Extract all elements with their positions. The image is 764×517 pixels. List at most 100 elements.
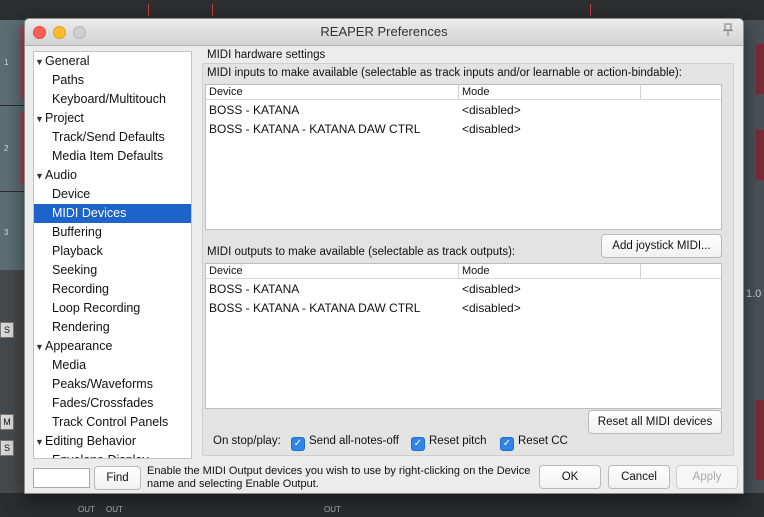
ok-button[interactable]: OK (539, 465, 601, 489)
nav-item-midi-devices[interactable]: MIDI Devices (34, 204, 191, 223)
find-button[interactable]: Find (94, 466, 141, 490)
cancel-button[interactable]: Cancel (608, 465, 670, 489)
track-number: 3 (4, 228, 9, 237)
find-input[interactable] (33, 468, 90, 488)
device-mode: <disabled> (462, 122, 521, 136)
daw-timeline-bar (0, 0, 764, 20)
column-device[interactable]: Device (206, 85, 243, 99)
help-hint-text: Enable the MIDI Output devices you wish … (147, 465, 531, 490)
nav-item-peaks-waveforms[interactable]: Peaks/Waveforms (34, 375, 191, 394)
out-label: OUT (324, 505, 341, 514)
section-title: MIDI hardware settings (207, 49, 326, 61)
nav-item-label: Media Item Defaults (52, 149, 164, 163)
nav-item-label: Audio (45, 168, 77, 182)
nav-item-label: Keyboard/Multitouch (52, 92, 166, 106)
midi-input-row[interactable]: BOSS - KATANA - KATANA DAW CTRL <disable… (206, 120, 721, 139)
timeline-marker (212, 4, 213, 16)
nav-category-project[interactable]: ▼Project (34, 109, 191, 128)
add-joystick-midi-button[interactable]: Add joystick MIDI... (601, 234, 722, 258)
nav-item-label: Rendering (52, 320, 110, 334)
nav-item-track-control-panels[interactable]: Track Control Panels (34, 413, 191, 432)
nav-item-label: Media (52, 358, 87, 372)
disclosure-triangle-icon[interactable]: ▼ (35, 338, 45, 357)
checkmark-icon[interactable]: ✓ (411, 437, 425, 451)
midi-output-row[interactable]: BOSS - KATANA - KATANA DAW CTRL <disable… (206, 299, 721, 318)
disclosure-triangle-icon[interactable]: ▼ (35, 53, 45, 72)
daw-mixer-bottom: OUT OUT OUT (0, 493, 764, 517)
column-device[interactable]: Device (206, 264, 243, 278)
out-label: OUT (106, 505, 123, 514)
column-mode[interactable]: Mode (459, 264, 490, 278)
disclosure-triangle-icon[interactable]: ▼ (35, 433, 45, 452)
disclosure-triangle-icon[interactable]: ▼ (35, 110, 45, 129)
checkmark-icon[interactable]: ✓ (500, 437, 514, 451)
nav-item-rendering[interactable]: Rendering (34, 318, 191, 337)
nav-item-label: Recording (52, 282, 109, 296)
checkmark-icon[interactable]: ✓ (291, 437, 305, 451)
nav-item-label: Project (45, 111, 84, 125)
nav-item-label: MIDI Devices (52, 206, 127, 220)
nav-item-media-item-defaults[interactable]: Media Item Defaults (34, 147, 191, 166)
nav-item-keyboard-multitouch[interactable]: Keyboard/Multitouch (34, 90, 191, 109)
apply-button[interactable]: Apply (676, 465, 738, 489)
level-meter (756, 130, 764, 180)
nav-item-media[interactable]: Media (34, 356, 191, 375)
nav-item-device[interactable]: Device (34, 185, 191, 204)
checkbox-label: Reset CC (518, 435, 568, 447)
reset-cc-checkbox[interactable]: ✓ Reset CC (500, 433, 568, 451)
nav-category-general[interactable]: ▼General (34, 52, 191, 71)
pin-icon[interactable] (721, 23, 735, 39)
column-mode[interactable]: Mode (459, 85, 490, 99)
daw-right-panel: 1.0 (742, 20, 764, 517)
nav-item-recording[interactable]: Recording (34, 280, 191, 299)
nav-item-label: Appearance (45, 339, 113, 353)
nav-category-editing-behavior[interactable]: ▼Editing Behavior (34, 432, 191, 451)
mute-button[interactable]: M (0, 414, 14, 430)
nav-category-audio[interactable]: ▼Audio (34, 166, 191, 185)
device-name: BOSS - KATANA - KATANA DAW CTRL (209, 122, 421, 136)
device-mode: <disabled> (462, 103, 521, 117)
nav-item-fades-crossfades[interactable]: Fades/Crossfades (34, 394, 191, 413)
device-mode: <disabled> (462, 282, 521, 296)
nav-item-buffering[interactable]: Buffering (34, 223, 191, 242)
midi-inputs-list[interactable]: Device Mode BOSS - KATANA <disabled> BOS… (205, 84, 722, 230)
midi-input-row[interactable]: BOSS - KATANA <disabled> (206, 101, 721, 120)
nav-item-envelope-display[interactable]: Envelope Display (34, 451, 191, 458)
device-name: BOSS - KATANA (209, 103, 300, 117)
level-meter (756, 44, 764, 94)
midi-outputs-label: MIDI outputs to make available (selectab… (207, 246, 516, 258)
title-bar[interactable]: REAPER Preferences (25, 19, 743, 46)
nav-item-track-send-defaults[interactable]: Track/Send Defaults (34, 128, 191, 147)
nav-item-label: Envelope Display (52, 453, 149, 458)
on-stop-play-label: On stop/play: (213, 435, 281, 447)
nav-item-playback[interactable]: Playback (34, 242, 191, 261)
out-label: OUT (78, 505, 95, 514)
nav-item-paths[interactable]: Paths (34, 71, 191, 90)
timeline-marker (148, 4, 149, 16)
volume-readout: 1.0 (746, 288, 762, 300)
nav-item-label: Track/Send Defaults (52, 130, 165, 144)
nav-item-label: Seeking (52, 263, 98, 277)
reset-all-midi-devices-button[interactable]: Reset all MIDI devices (588, 410, 722, 434)
nav-item-label: Peaks/Waveforms (52, 377, 153, 391)
midi-output-row[interactable]: BOSS - KATANA <disabled> (206, 280, 721, 299)
checkbox-label: Reset pitch (429, 435, 487, 447)
preferences-nav-tree[interactable]: ▼General Paths Keyboard/Multitouch ▼Project… (33, 51, 192, 459)
window-title: REAPER Preferences (320, 24, 448, 39)
track-number: 2 (4, 144, 9, 153)
nav-item-loop-recording[interactable]: Loop Recording (34, 299, 191, 318)
nav-item-label: Device (52, 187, 91, 201)
nav-item-label: Editing Behavior (45, 434, 137, 448)
send-all-notes-off-checkbox[interactable]: ✓ Send all-notes-off (291, 433, 399, 451)
solo-button[interactable]: S (0, 440, 14, 456)
solo-button[interactable]: S (0, 322, 14, 338)
preferences-window: REAPER Preferences ▼General Paths Keyboard… (24, 18, 744, 494)
pin-icon-svg (723, 23, 733, 36)
level-meter (756, 400, 764, 480)
disclosure-triangle-icon[interactable]: ▼ (35, 167, 45, 186)
nav-category-appearance[interactable]: ▼Appearance (34, 337, 191, 356)
column-separator (640, 264, 641, 278)
nav-item-seeking[interactable]: Seeking (34, 261, 191, 280)
midi-outputs-list[interactable]: Device Mode BOSS - KATANA <disabled> BOS… (205, 263, 722, 409)
reset-pitch-checkbox[interactable]: ✓ Reset pitch (411, 433, 487, 451)
